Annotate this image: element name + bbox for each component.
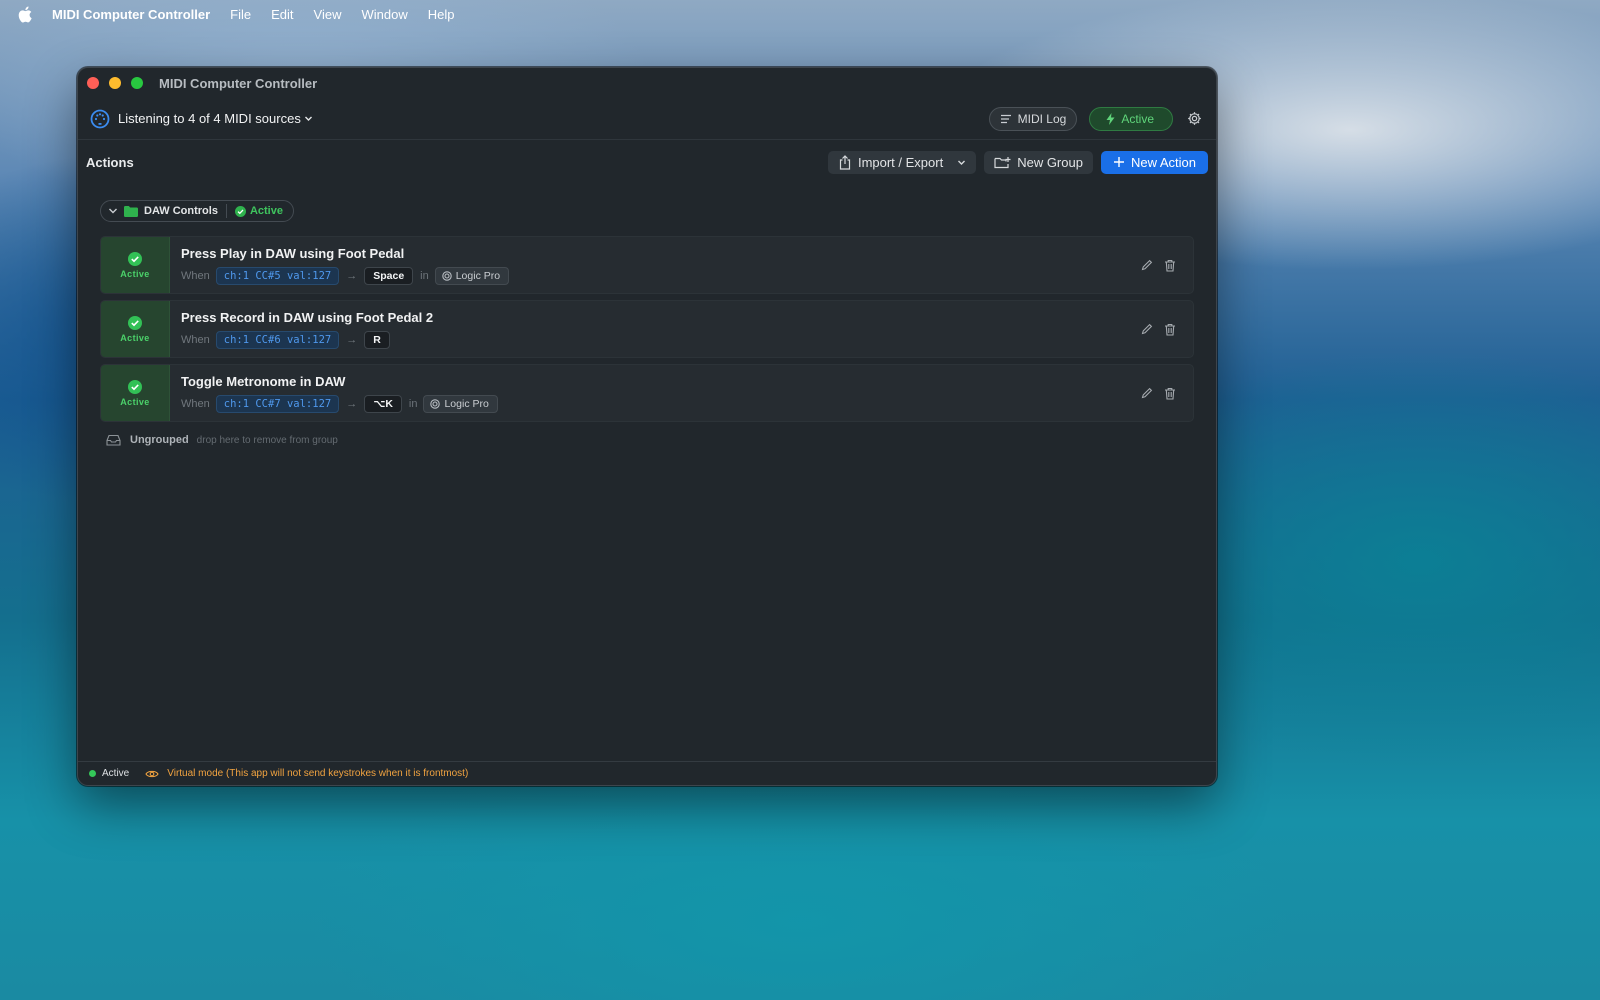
keystroke-badge: ⌥K [364, 395, 402, 413]
actions-list: DAW Controls Active Active Press Play in… [78, 184, 1216, 446]
midi-log-button[interactable]: MIDI Log [988, 106, 1078, 131]
menu-edit[interactable]: Edit [271, 7, 293, 22]
trash-icon[interactable] [1164, 387, 1176, 400]
new-group-label: New Group [1017, 154, 1083, 170]
checkmark-circle-icon [128, 315, 142, 330]
when-label: When [181, 398, 210, 410]
action-row[interactable]: Active Press Record in DAW using Foot Pe… [100, 300, 1194, 358]
menu-file[interactable]: File [230, 7, 251, 22]
ungrouped-label: Ungrouped [130, 434, 189, 446]
checkmark-circle-icon [128, 379, 142, 394]
arrow-right-icon: → [346, 270, 358, 282]
action-status-toggle[interactable]: Active [101, 301, 170, 357]
eye-icon [145, 769, 159, 779]
virtual-mode-notice: Virtual mode (This app will not send key… [167, 768, 469, 779]
active-toggle-button[interactable]: Active [1089, 106, 1173, 131]
chevron-down-icon[interactable] [957, 158, 966, 167]
action-title: Toggle Metronome in DAW [181, 374, 346, 389]
arrow-right-icon: → [346, 334, 358, 346]
arrow-right-icon: → [346, 398, 358, 410]
group-name: DAW Controls [144, 205, 218, 217]
import-export-button[interactable]: Import / Export [827, 150, 977, 174]
window-title: MIDI Computer Controller [159, 75, 318, 91]
new-action-button[interactable]: New Action [1100, 150, 1208, 174]
menu-bar: MIDI Computer Controller File Edit View … [0, 0, 1600, 28]
action-status-label: Active [120, 332, 150, 343]
action-title: Press Play in DAW using Foot Pedal [181, 246, 405, 261]
active-toggle-label: Active [1121, 111, 1154, 126]
app-target-icon [441, 271, 452, 281]
menu-window[interactable]: Window [361, 7, 407, 22]
action-row[interactable]: Active Toggle Metronome in DAW When ch:1… [100, 364, 1194, 422]
target-app-name: Logic Pro [444, 398, 489, 410]
edit-pencil-icon[interactable] [1141, 323, 1153, 335]
action-status-toggle[interactable]: Active [101, 237, 170, 293]
folder-icon [124, 205, 138, 217]
import-export-label: Import / Export [857, 154, 944, 170]
title-bar: MIDI Computer Controller [78, 68, 1216, 98]
list-icon [1000, 114, 1012, 124]
zoom-button[interactable] [131, 77, 143, 89]
checkmark-circle-icon [234, 205, 246, 217]
keystroke-badge: Space [364, 267, 414, 285]
chevron-down-icon[interactable] [108, 206, 118, 216]
trash-icon[interactable] [1164, 323, 1176, 336]
action-status-label: Active [120, 396, 150, 407]
when-label: When [181, 334, 210, 346]
menu-help[interactable]: Help [428, 7, 455, 22]
midi-trigger-badge: ch:1 CC#7 val:127 [215, 395, 340, 413]
keystroke-badge: R [364, 331, 390, 349]
new-action-label: New Action [1130, 154, 1196, 170]
menu-app-name[interactable]: MIDI Computer Controller [52, 7, 210, 22]
trash-icon[interactable] [1164, 259, 1176, 272]
checkmark-circle-icon [128, 251, 142, 266]
status-dot [89, 770, 96, 777]
action-status-toggle[interactable]: Active [101, 365, 170, 421]
when-label: When [181, 270, 210, 282]
plus-icon [1113, 156, 1125, 168]
folder-plus-icon [994, 156, 1011, 169]
ungrouped-drop-zone[interactable]: Ungrouped drop here to remove from group [100, 434, 1194, 446]
action-title: Press Record in DAW using Foot Pedal 2 [181, 310, 434, 325]
group-header-daw-controls[interactable]: DAW Controls Active [100, 200, 294, 222]
app-window: MIDI Computer Controller Listening to 4 … [77, 67, 1217, 786]
midi-log-label: MIDI Log [1017, 111, 1067, 126]
ungrouped-hint: drop here to remove from group [196, 434, 338, 446]
apple-icon[interactable] [18, 5, 34, 23]
share-icon [838, 154, 852, 170]
midi-source-selector[interactable]: Listening to 4 of 4 MIDI sources [118, 111, 301, 126]
actions-header: Actions Import / Export New Group New Ac… [78, 140, 1216, 184]
group-status: Active [249, 205, 283, 217]
new-group-button[interactable]: New Group [984, 150, 1093, 174]
app-target-icon [430, 399, 441, 409]
close-button[interactable] [87, 77, 99, 89]
chevron-down-icon[interactable] [304, 114, 313, 123]
toolbar: Listening to 4 of 4 MIDI sources MIDI Lo… [78, 98, 1216, 140]
bolt-icon [1106, 112, 1115, 125]
tray-icon [106, 434, 121, 446]
target-app-name: Logic Pro [455, 270, 501, 282]
action-row[interactable]: Active Press Play in DAW using Foot Peda… [100, 236, 1194, 294]
midi-port-icon [90, 109, 110, 129]
minimize-button[interactable] [109, 77, 121, 89]
edit-pencil-icon[interactable] [1141, 259, 1153, 271]
in-label: in [420, 270, 429, 282]
target-app-badge: Logic Pro [423, 395, 498, 413]
menu-view[interactable]: View [314, 7, 342, 22]
gear-icon[interactable] [1187, 111, 1202, 126]
target-app-badge: Logic Pro [434, 267, 510, 285]
status-active-label: Active [102, 768, 130, 779]
edit-pencil-icon[interactable] [1141, 387, 1153, 399]
in-label: in [408, 398, 418, 410]
midi-trigger-badge: ch:1 CC#6 val:127 [215, 331, 340, 349]
status-bar: Active Virtual mode (This app will not s… [78, 761, 1216, 785]
midi-trigger-badge: ch:1 CC#5 val:127 [215, 267, 340, 285]
action-status-label: Active [120, 268, 150, 279]
actions-title: Actions [86, 154, 134, 170]
